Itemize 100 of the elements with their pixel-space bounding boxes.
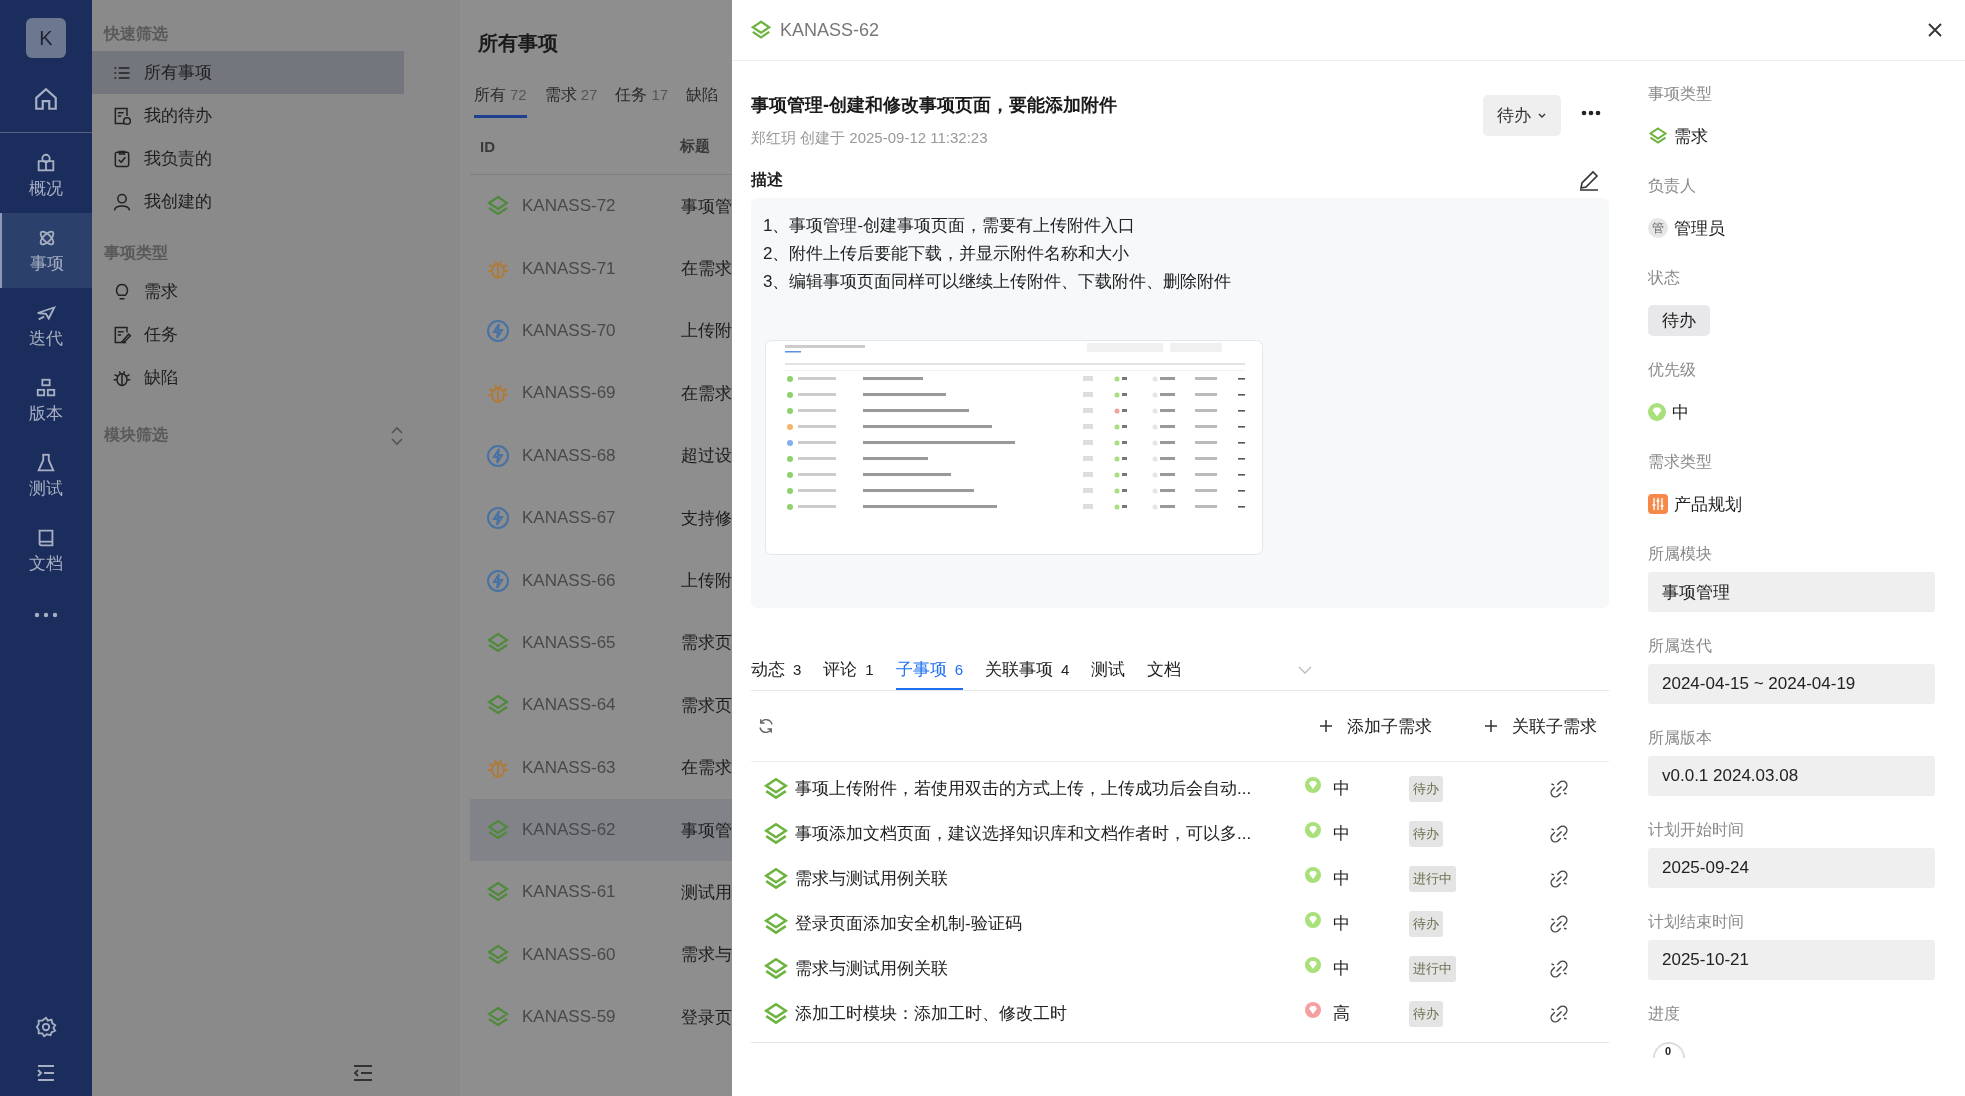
unlink-icon[interactable] xyxy=(1549,868,1569,889)
expand-icon[interactable] xyxy=(36,1064,56,1082)
priority-label: 中 xyxy=(1333,778,1350,800)
sub-item-row[interactable]: 需求与测试用例关联 中 进行中 xyxy=(751,856,1609,901)
issue-row[interactable]: KANASS-60 需求与 xyxy=(470,923,732,987)
progress-value: 0 xyxy=(1665,1045,1672,1057)
detail-tab[interactable]: 动态 3 xyxy=(751,650,802,690)
nav-item[interactable]: 概况 xyxy=(0,138,92,213)
field-label: 状态 xyxy=(1648,267,1681,288)
box-icon xyxy=(35,151,57,174)
filter-item[interactable]: 需求 xyxy=(92,270,404,313)
filter-item[interactable]: 我的待办 xyxy=(92,94,404,137)
nav-item[interactable]: 文档 xyxy=(0,513,92,588)
field-value-box[interactable]: 事项管理 xyxy=(1648,572,1935,612)
filter-item[interactable]: 任务 xyxy=(92,313,404,356)
issue-row[interactable]: KANASS-66 上传附 xyxy=(470,549,732,612)
sub-item-row[interactable]: 登录页面添加安全机制-验证码 中 待办 xyxy=(751,901,1609,946)
issue-row[interactable]: KANASS-67 支持修 xyxy=(470,486,732,550)
collapse-icon[interactable] xyxy=(352,1064,374,1082)
priority-label: 高 xyxy=(1333,1003,1350,1025)
settings-icon[interactable] xyxy=(35,1016,57,1038)
edit-icon[interactable] xyxy=(1577,168,1601,192)
issue-row[interactable]: KANASS-62 事项管 xyxy=(470,798,732,862)
clipboard-check-icon xyxy=(112,148,132,169)
workspace-avatar[interactable]: K xyxy=(26,18,66,58)
lightning-icon xyxy=(486,568,510,593)
nav-item[interactable]: 版本 xyxy=(0,363,92,438)
issue-row[interactable]: KANASS-68 超过设 xyxy=(470,424,732,487)
status-tag: 进行中 xyxy=(1409,865,1456,892)
status-dropdown[interactable]: 待办 xyxy=(1483,95,1561,136)
layers-icon xyxy=(486,630,510,655)
close-icon[interactable] xyxy=(1927,22,1943,38)
detail-tab[interactable]: 文档 xyxy=(1147,650,1182,690)
progress-ring-icon xyxy=(1652,1039,1686,1059)
sub-item-row[interactable]: 需求与测试用例关联 中 进行中 xyxy=(751,946,1609,991)
field-value: 中 xyxy=(1672,401,1689,424)
field-value-box[interactable]: v0.0.1 2024.03.08 xyxy=(1648,756,1935,796)
field-value-box[interactable]: 2024-04-15 ~ 2024-04-19 xyxy=(1648,664,1935,704)
issue-row[interactable]: KANASS-63 在需求 xyxy=(470,736,732,799)
priority-label: 中 xyxy=(1333,868,1350,890)
issue-row[interactable]: KANASS-61 测试用 xyxy=(470,861,732,924)
issue-title: 事项管理-创建和修改事项页面，要能添加附件 xyxy=(751,94,1118,117)
field-label: 计划结束时间 xyxy=(1648,911,1745,932)
caret-icon xyxy=(1537,111,1547,120)
unlink-icon[interactable] xyxy=(1549,913,1569,934)
detail-tab[interactable]: 关联事项 4 xyxy=(985,650,1070,690)
status-tag: 待办 xyxy=(1409,820,1443,847)
filter-tab[interactable]: 需求 27 xyxy=(544,85,598,118)
issue-row[interactable]: KANASS-72 事项管 xyxy=(470,175,732,238)
plus-icon xyxy=(1319,719,1333,733)
detail-tab[interactable]: 评论 1 xyxy=(823,650,874,690)
more-icon[interactable] xyxy=(1581,110,1601,116)
page-title: 所有事项 xyxy=(478,31,559,56)
layers-icon xyxy=(763,955,789,982)
filter-tab[interactable]: 缺陷 xyxy=(686,85,719,118)
user-avatar: 管 xyxy=(1648,218,1668,238)
add-button[interactable]: 关联子需求 xyxy=(1480,710,1601,742)
unlink-icon[interactable] xyxy=(1549,778,1569,799)
status-tag: 进行中 xyxy=(1409,955,1456,982)
home-icon[interactable] xyxy=(33,86,59,112)
status-tag[interactable]: 待办 xyxy=(1648,304,1710,336)
sub-item-row[interactable]: 事项添加文档页面，建议选择知识库和文档作者时，可以多... 中 待办 xyxy=(751,811,1609,856)
issue-row[interactable]: KANASS-65 需求页 xyxy=(470,611,732,675)
detail-tab[interactable]: 子事项 6 xyxy=(895,650,964,690)
more-icon[interactable] xyxy=(34,612,58,618)
issue-row[interactable]: KANASS-64 需求页 xyxy=(470,674,732,737)
filter-tab[interactable]: 所有 72 xyxy=(474,85,527,118)
filter-item[interactable]: 所有事项 xyxy=(92,51,404,94)
nav-item[interactable]: 迭代 xyxy=(0,288,92,363)
sub-item-row[interactable]: 事项上传附件，若使用双击的方式上传，上传成功后会自动... 中 待办 xyxy=(751,766,1609,811)
detail-tab[interactable]: 测试 xyxy=(1091,650,1126,690)
filter-item[interactable]: 我创建的 xyxy=(92,180,404,223)
nav-item[interactable]: 测试 xyxy=(0,438,92,513)
field-label: 计划开始时间 xyxy=(1648,819,1745,840)
blocks-icon xyxy=(35,376,57,399)
field-label: 所属迭代 xyxy=(1648,635,1713,656)
section-title: 描述 xyxy=(751,169,783,190)
unlink-icon[interactable] xyxy=(1549,823,1569,844)
nav-item[interactable]: 事项 xyxy=(0,213,92,288)
filter-tab[interactable]: 任务 17 xyxy=(615,85,669,118)
issue-row[interactable]: KANASS-69 在需求 xyxy=(470,362,732,425)
column-header: ID xyxy=(479,137,496,155)
issue-row[interactable]: KANASS-70 上传附 xyxy=(470,299,732,363)
priority-label: 中 xyxy=(1333,913,1350,935)
layers-icon xyxy=(763,1000,789,1027)
status-tag: 待办 xyxy=(1409,775,1443,802)
issue-row[interactable]: KANASS-59 登录页 xyxy=(470,986,732,1049)
field-value-box[interactable]: 2025-09-24 xyxy=(1648,848,1935,888)
refresh-icon[interactable] xyxy=(757,717,775,735)
filter-item[interactable]: 缺陷 xyxy=(92,356,404,399)
add-button[interactable]: 添加子需求 xyxy=(1315,710,1436,742)
filter-item[interactable]: 我负责的 xyxy=(92,137,404,180)
description-line: 2、附件上传后要能下载，并显示附件名称和大小 xyxy=(763,243,1131,265)
unlink-icon[interactable] xyxy=(1549,958,1569,979)
layers-icon xyxy=(763,775,789,802)
unlink-icon[interactable] xyxy=(1549,1003,1569,1024)
field-value-box[interactable]: 2025-10-21 xyxy=(1648,940,1935,980)
issue-row[interactable]: KANASS-71 在需求 xyxy=(470,237,732,300)
sub-item-title: 事项添加文档页面，建议选择知识库和文档作者时，可以多... xyxy=(795,823,1253,845)
sub-item-row[interactable]: 添加工时模块：添加工时、修改工时 高 待办 xyxy=(751,991,1609,1036)
